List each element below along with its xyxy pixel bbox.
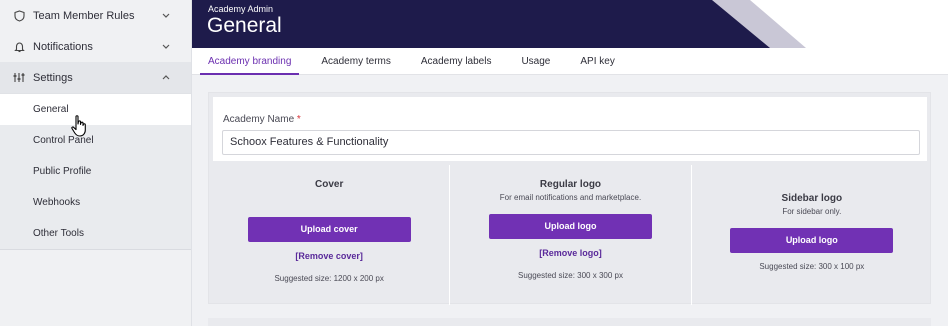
upload-regular-logo-button[interactable]: Upload logo	[488, 214, 652, 239]
tab-usage[interactable]: Usage	[513, 48, 558, 75]
chevron-down-icon[interactable]	[161, 11, 171, 21]
remove-cover-link[interactable]: [Remove cover]	[209, 251, 449, 261]
sidebar-subitem-webhooks[interactable]: Webhooks	[0, 187, 191, 218]
page-title: General	[207, 14, 282, 37]
regular-logo-suggested-size: Suggested size: 300 x 300 px	[518, 271, 623, 280]
academy-name-label-text: Academy Name	[223, 114, 295, 125]
cover-upload-column: Cover Upload cover [Remove cover] Sugges…	[209, 165, 449, 305]
tab-bar: Academy branding Academy terms Academy l…	[192, 48, 948, 75]
chevron-down-icon[interactable]	[161, 42, 171, 52]
hand-pointer-icon	[71, 115, 86, 137]
sidebar: Team Member Rules Notifications Settings	[0, 0, 192, 326]
tab-academy-branding[interactable]: Academy branding	[200, 48, 300, 75]
page-header: Academy Admin General	[192, 0, 948, 48]
remove-logo-link[interactable]: [Remove logo]	[450, 248, 690, 258]
sidebar-item-label: Settings	[33, 71, 73, 84]
sidebar-item-label: Notifications	[33, 40, 93, 53]
next-section-edge	[208, 318, 931, 326]
tab-api-key[interactable]: API key	[572, 48, 622, 75]
tab-academy-terms[interactable]: Academy terms	[313, 48, 398, 75]
bell-icon	[12, 40, 26, 54]
branding-panel: Academy Name * Schoox Features & Functio…	[208, 92, 932, 305]
app-window: Team Member Rules Notifications Settings	[0, 0, 948, 326]
sidebar-subitem-general[interactable]: General	[0, 94, 191, 125]
academy-name-input[interactable]: Schoox Features & Functionality	[222, 130, 920, 155]
upload-columns: Cover Upload cover [Remove cover] Sugges…	[209, 165, 932, 305]
settings-submenu: General Control Panel Public Profile Web…	[0, 93, 191, 250]
tab-academy-labels[interactable]: Academy labels	[413, 48, 500, 75]
regular-logo-description: For email notifications and marketplace.	[499, 193, 642, 202]
sidebar-subitem-other-tools[interactable]: Other Tools	[0, 218, 191, 249]
main-content: Academy Name * Schoox Features & Functio…	[192, 76, 948, 326]
sliders-icon	[12, 71, 26, 85]
cover-suggested-size: Suggested size: 1200 x 200 px	[274, 274, 384, 283]
shield-icon	[12, 9, 26, 23]
cover-title: Cover	[314, 179, 344, 190]
sidebar-logo-title: Sidebar logo	[781, 193, 843, 204]
regular-logo-upload-column: Regular logo For email notifications and…	[449, 165, 690, 305]
sidebar-logo-description: For sidebar only.	[782, 207, 842, 216]
sidebar-item-settings[interactable]: Settings	[0, 62, 191, 93]
required-mark: *	[296, 114, 301, 125]
upload-sidebar-logo-button[interactable]: Upload logo	[730, 228, 894, 253]
academy-name-label: Academy Name *	[223, 114, 301, 125]
academy-name-section: Academy Name * Schoox Features & Functio…	[213, 97, 927, 161]
sidebar-item-team-member-rules[interactable]: Team Member Rules	[0, 0, 191, 31]
header-subtitle: Academy Admin	[208, 4, 274, 14]
sidebar-item-notifications[interactable]: Notifications	[0, 31, 191, 62]
sidebar-logo-suggested-size: Suggested size: 300 x 100 px	[759, 262, 865, 271]
chevron-up-icon[interactable]	[161, 73, 171, 83]
sidebar-subitem-control-panel[interactable]: Control Panel	[0, 125, 191, 156]
sidebar-item-label: Team Member Rules	[33, 9, 135, 22]
sidebar-subitem-public-profile[interactable]: Public Profile	[0, 156, 191, 187]
regular-logo-title: Regular logo	[539, 179, 602, 190]
sidebar-logo-upload-column: Sidebar logo For sidebar only. Upload lo…	[690, 165, 932, 305]
upload-cover-button[interactable]: Upload cover	[247, 217, 411, 242]
header-banner	[192, 0, 806, 48]
